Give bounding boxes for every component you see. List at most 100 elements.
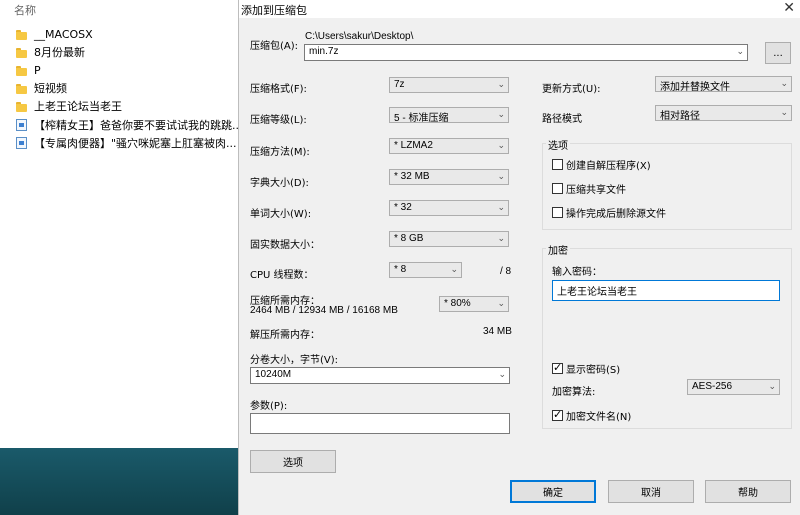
list-item-label: 上老王论坛当老王 <box>34 100 122 113</box>
list-item-label: 短视频 <box>34 82 67 95</box>
list-item[interactable]: P <box>16 61 238 79</box>
split-combo[interactable]: 10240M ⌄ <box>250 367 510 384</box>
mem-decomp-value: 34 MB <box>483 326 512 337</box>
options-button[interactable]: 选项 <box>250 450 336 473</box>
folder-icon <box>16 29 27 40</box>
mem-percent-select[interactable]: * 80% ⌄ <box>439 296 509 312</box>
delete-checkbox[interactable]: 操作完成后删除源文件 <box>552 205 666 220</box>
archive-name-combo[interactable]: min.7z ⌄ <box>304 44 748 61</box>
mem-decomp-label: 解压所需内存： <box>250 330 320 341</box>
shared-label: 压缩共享文件 <box>566 185 626 196</box>
show-password-label: 显示密码(S) <box>566 365 621 376</box>
level-label: 压缩等级(L): <box>250 115 307 126</box>
video-file-icon <box>16 119 27 131</box>
cpu-select[interactable]: * 8 ⌄ <box>389 262 462 278</box>
list-item-label: 8月份最新 <box>34 46 85 59</box>
split-value: 10240M <box>255 369 292 380</box>
dict-value: * 32 MB <box>394 171 430 182</box>
cpu-max: / 8 <box>500 266 512 277</box>
word-label: 单词大小(W): <box>250 209 312 220</box>
level-value: 5 - 标准压缩 <box>394 113 449 123</box>
params-input[interactable] <box>250 413 510 434</box>
column-header-name[interactable]: 名称 <box>14 2 36 18</box>
folder-icon <box>16 65 27 76</box>
encrypt-names-label: 加密文件名(N) <box>566 412 632 423</box>
path-label: 路径模式 <box>542 114 582 125</box>
shared-checkbox[interactable]: 压缩共享文件 <box>552 181 626 196</box>
password-label: 输入密码： <box>552 267 602 278</box>
list-item[interactable]: __MACOSX <box>16 25 238 43</box>
method-select[interactable]: * LZMA2 ⌄ <box>389 138 509 154</box>
path-value: 相对路径 <box>660 111 700 121</box>
desktop-background <box>0 448 238 515</box>
chevron-down-icon: ⌄ <box>497 140 505 150</box>
archive-name-value: min.7z <box>309 46 339 57</box>
checkbox-icon <box>552 183 563 194</box>
list-item[interactable]: 【榨精女王】爸爸你要不要试试我的跳跳... <box>16 116 238 134</box>
dict-label: 字典大小(D): <box>250 178 309 189</box>
help-button[interactable]: 帮助 <box>705 480 791 503</box>
format-value: 7z <box>394 79 405 90</box>
browse-button[interactable]: ... <box>765 42 791 64</box>
path-select[interactable]: 相对路径 ⌄ <box>655 105 792 121</box>
chevron-down-icon: ⌄ <box>736 46 744 56</box>
list-item[interactable]: 短视频 <box>16 79 238 97</box>
enc-method-value: AES-256 <box>692 381 733 392</box>
add-to-archive-dialog: 添加到压缩包 ✕ 压缩包(A): C:\Users\sakur\Desktop\… <box>238 0 800 515</box>
file-explorer: 名称 __MACOSX 8月份最新 P 短视频 上老王论坛当老王 【榨精女王】爸… <box>0 0 238 448</box>
solid-value: * 8 GB <box>394 233 424 244</box>
list-item-label: 【榨精女王】爸爸你要不要试试我的跳跳... <box>34 119 238 132</box>
archive-path: C:\Users\sakur\Desktop\ <box>305 31 414 42</box>
format-label: 压缩格式(F): <box>250 84 307 95</box>
dialog-title: 添加到压缩包 <box>241 4 307 17</box>
update-value: 添加并替换文件 <box>660 82 730 92</box>
chevron-down-icon: ⌄ <box>498 369 506 379</box>
checkbox-icon <box>552 159 563 170</box>
archive-label: 压缩包(A): <box>250 41 299 52</box>
word-value: * 32 <box>394 202 412 213</box>
video-file-icon <box>16 137 27 149</box>
mem-comp-value: 2464 MB / 12934 MB / 16168 MB <box>250 305 398 316</box>
chevron-down-icon: ⌄ <box>780 107 788 117</box>
chevron-down-icon: ⌄ <box>497 171 505 181</box>
enc-method-select[interactable]: AES-256 ⌄ <box>687 379 780 395</box>
cancel-button[interactable]: 取消 <box>608 480 694 503</box>
list-item-label: __MACOSX <box>34 27 93 41</box>
chevron-down-icon: ⌄ <box>768 381 776 391</box>
checkbox-checked-icon <box>552 361 563 374</box>
cpu-value: * 8 <box>394 264 407 275</box>
solid-select[interactable]: * 8 GB ⌄ <box>389 231 509 247</box>
method-label: 压缩方法(M): <box>250 147 310 158</box>
show-password-checkbox[interactable]: 显示密码(S) <box>552 361 620 376</box>
sfx-checkbox[interactable]: 创建自解压程序(X) <box>552 157 651 172</box>
list-item-label: 【专属肉便器】"骚穴咪妮塞上肛塞被肉... <box>34 137 237 150</box>
word-select[interactable]: * 32 ⌄ <box>389 200 509 216</box>
folder-icon <box>16 47 27 58</box>
level-select[interactable]: 5 - 标准压缩 ⌄ <box>389 107 509 123</box>
enc-method-label: 加密算法: <box>552 387 596 398</box>
params-label: 参数(P): <box>250 401 288 412</box>
folder-icon <box>16 101 27 112</box>
folder-icon <box>16 83 27 94</box>
method-value: * LZMA2 <box>394 140 433 151</box>
format-select[interactable]: 7z ⌄ <box>389 77 509 93</box>
list-item[interactable]: 8月份最新 <box>16 43 238 61</box>
sfx-label: 创建自解压程序(X) <box>566 161 651 172</box>
title-bar[interactable]: 添加到压缩包 ✕ <box>239 0 800 18</box>
mem-percent-value: * 80% <box>444 298 471 309</box>
checkbox-checked-icon <box>552 408 563 421</box>
chevron-down-icon: ⌄ <box>450 264 458 274</box>
checkbox-icon <box>552 207 563 218</box>
list-item[interactable]: 上老王论坛当老王 <box>16 97 238 115</box>
chevron-down-icon: ⌄ <box>497 109 505 119</box>
encrypt-names-checkbox[interactable]: 加密文件名(N) <box>552 408 631 423</box>
list-item-label: P <box>34 63 41 77</box>
ok-button[interactable]: 确定 <box>510 480 596 503</box>
update-label: 更新方式(U): <box>542 84 601 95</box>
password-input[interactable]: 上老王论坛当老王 <box>552 280 780 301</box>
dict-select[interactable]: * 32 MB ⌄ <box>389 169 509 185</box>
close-icon[interactable]: ✕ <box>783 0 795 16</box>
list-item[interactable]: 【专属肉便器】"骚穴咪妮塞上肛塞被肉... <box>16 134 238 152</box>
update-select[interactable]: 添加并替换文件 ⌄ <box>655 76 792 92</box>
delete-label: 操作完成后删除源文件 <box>566 209 666 220</box>
